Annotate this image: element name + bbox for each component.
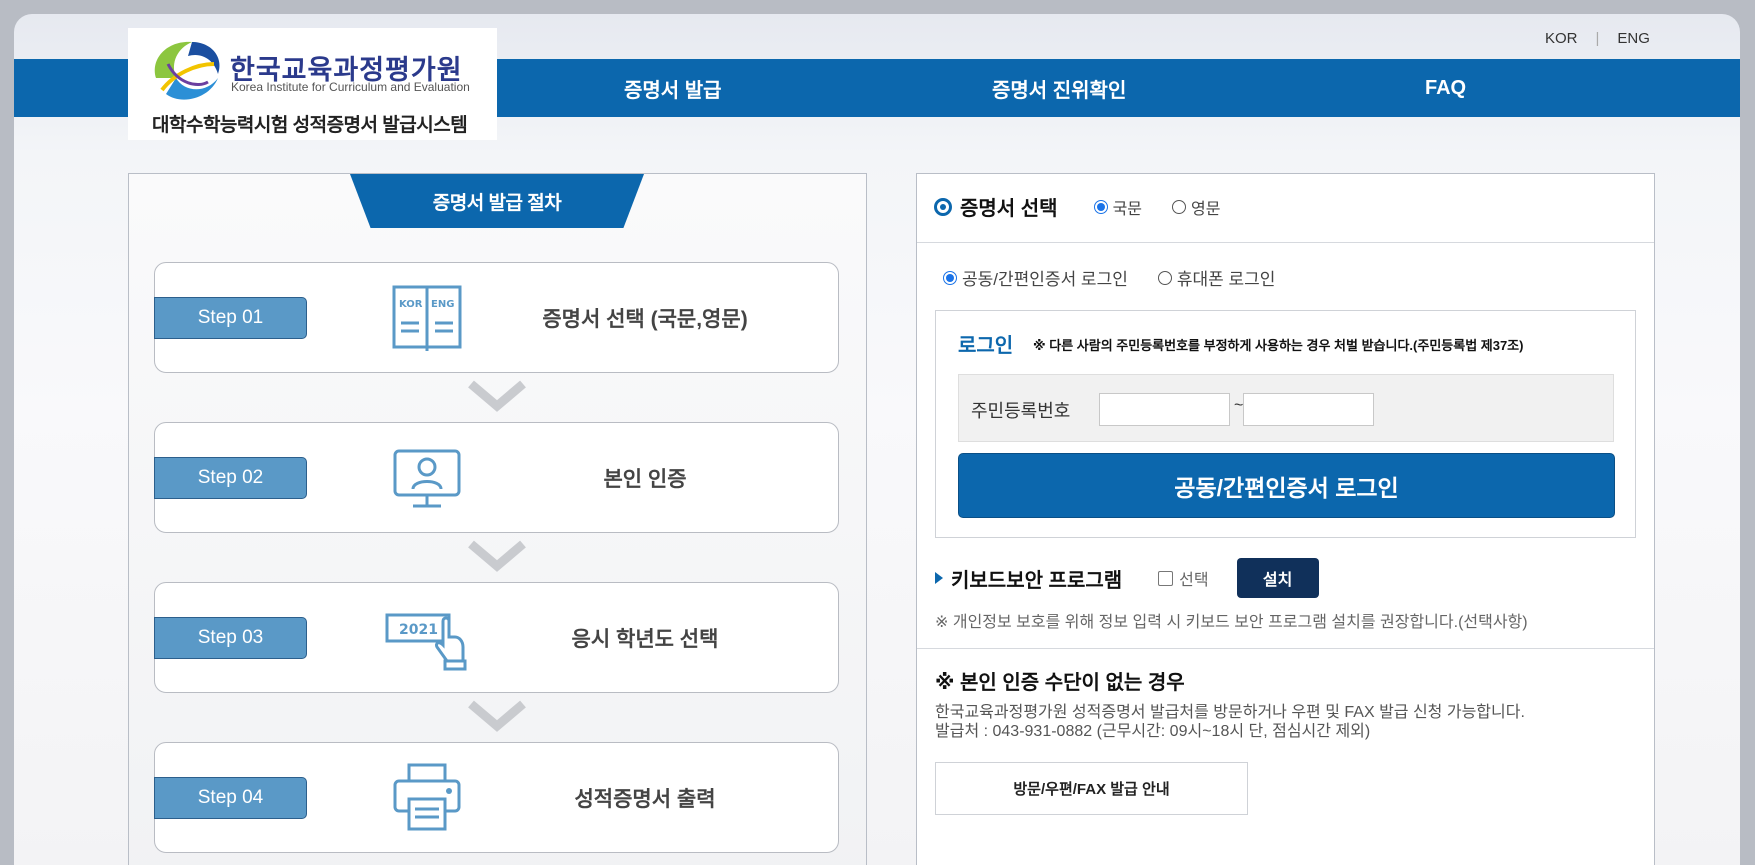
no-auth-title: ※ 본인 인증 수단이 없는 경우 bbox=[935, 672, 1185, 694]
site-logo[interactable]: 한국교육과정평가원 Korea Institute for Curriculum… bbox=[128, 28, 497, 140]
rrn-back-input[interactable] bbox=[1243, 393, 1374, 426]
logo-english-name: Korea Institute for Curriculum and Evalu… bbox=[231, 80, 470, 94]
step-text: 증명서 선택 (국문,영문) bbox=[542, 307, 748, 331]
step-03-card: Step 03 2021 응시 학년도 선택 bbox=[154, 582, 839, 693]
certificate-select-title: 증명서 선택 bbox=[960, 198, 1058, 220]
keyboard-check-label: 선택 bbox=[1179, 572, 1209, 589]
no-auth-description: 한국교육과정평가원 성적증명서 발급처를 방문하거나 우편 및 FAX 발급 신… bbox=[935, 703, 1525, 741]
nav-faq-label[interactable]: FAQ bbox=[1425, 77, 1466, 100]
chevron-down-icon bbox=[468, 540, 526, 572]
chevron-down-icon bbox=[468, 700, 526, 732]
install-button[interactable]: 설치 bbox=[1236, 558, 1319, 598]
step-text: 응시 학년도 선택 bbox=[571, 627, 719, 651]
kice-emblem-icon bbox=[154, 41, 220, 100]
radio-checked-icon[interactable] bbox=[1093, 199, 1108, 214]
rrn-front-input[interactable] bbox=[1099, 393, 1230, 426]
radio-checked-icon[interactable] bbox=[943, 270, 957, 285]
icon-kor-label: KOR bbox=[399, 299, 423, 310]
nav-verify-label[interactable]: 증명서 진위확인 bbox=[992, 74, 1126, 103]
rrn-row: 주민등록번호 ~ bbox=[958, 374, 1614, 442]
book-kor-eng-icon: KOR ENG bbox=[392, 285, 462, 351]
login-form: 로그인 ※ 다른 사람의 주민등록번호를 부정하게 사용하는 경우 처벌 받습니… bbox=[935, 310, 1636, 538]
checkbox-icon[interactable] bbox=[1158, 570, 1174, 586]
login-mode-row: 공동/간편인증서 로그인 휴대폰 로그인 bbox=[943, 265, 1275, 290]
login-cert-radio[interactable]: 공동/간편인증서 로그인 bbox=[943, 265, 1128, 290]
rrn-label: 주민등록번호 bbox=[971, 401, 1071, 421]
step-badge: Step 02 bbox=[154, 457, 307, 499]
nav-issue-label[interactable]: 증명서 발급 bbox=[624, 74, 722, 103]
step-text: 본인 인증 bbox=[603, 467, 687, 491]
cert-english-radio[interactable]: 영문 bbox=[1172, 195, 1220, 219]
radio-unchecked-icon[interactable] bbox=[1172, 199, 1187, 214]
certificate-select-row: 증명서 선택 국문 영문 bbox=[934, 192, 1220, 221]
step-badge: Step 01 bbox=[154, 297, 307, 339]
login-warning: ※ 다른 사람의 주민등록번호를 부정하게 사용하는 경우 처벌 받습니다.(주… bbox=[1033, 338, 1524, 353]
step-04-card: Step 04 성적증명서 출력 bbox=[154, 742, 839, 853]
nav-item-issue[interactable]: 증명서 발급 bbox=[624, 59, 722, 117]
cert-korean-label: 국문 bbox=[1112, 200, 1143, 218]
step-01-card: Step 01 KOR ENG 증명서 선택 (국문,영문) bbox=[154, 262, 839, 373]
icon-eng-label: ENG bbox=[431, 299, 454, 310]
divider bbox=[917, 648, 1654, 649]
radio-unchecked-icon[interactable] bbox=[1157, 270, 1172, 285]
lang-separator: | bbox=[1595, 30, 1600, 47]
triangle-right-icon bbox=[935, 572, 943, 584]
icon-year-label: 2021 bbox=[399, 622, 438, 638]
page-frame: KOR | ENG 한국교육과정평가원 Korea Institute for … bbox=[14, 14, 1740, 865]
nav-item-faq[interactable]: FAQ bbox=[1425, 59, 1466, 117]
login-phone-radio[interactable]: 휴대폰 로그인 bbox=[1157, 265, 1276, 290]
keyboard-security-checkbox[interactable]: 선택 bbox=[1158, 566, 1209, 590]
printer-icon bbox=[393, 763, 461, 831]
step-02-card: Step 02 본인 인증 bbox=[154, 422, 839, 533]
divider bbox=[917, 242, 1654, 243]
language-switcher: KOR | ENG bbox=[1545, 30, 1650, 47]
chevron-down-icon bbox=[468, 380, 526, 412]
cert-english-label: 영문 bbox=[1191, 200, 1221, 218]
nav-item-verify[interactable]: 증명서 진위확인 bbox=[992, 59, 1126, 117]
keyboard-security-title: 키보드보안 프로그램 bbox=[951, 569, 1123, 592]
cert-korean-radio[interactable]: 국문 bbox=[1093, 195, 1143, 219]
keyboard-security-row: 키보드보안 프로그램 선택 설치 bbox=[935, 558, 1319, 598]
rrn-tilde: ~ bbox=[1234, 397, 1244, 414]
step-badge: Step 04 bbox=[154, 777, 307, 819]
issuance-procedure-panel: 증명서 발급 절차 Step 01 KOR ENG 증명서 선택 (국문,영문)… bbox=[128, 173, 867, 865]
section-bullet-icon bbox=[934, 197, 952, 216]
step-text: 성적증명서 출력 bbox=[574, 787, 716, 811]
procedure-title: 증명서 발급 절차 bbox=[350, 174, 644, 228]
lang-kor-link[interactable]: KOR bbox=[1545, 30, 1578, 47]
login-cert-label: 공동/간편인증서 로그인 bbox=[962, 270, 1128, 289]
year-click-icon: 2021 bbox=[385, 613, 467, 671]
lang-eng-link[interactable]: ENG bbox=[1617, 30, 1650, 47]
no-auth-line-2: 발급처 : 043-931-0882 (근무시간: 09시~18시 단, 점심시… bbox=[935, 723, 1371, 740]
login-panel: 증명서 선택 국문 영문 공동/간편인증서 로그인 휴대폰 로그인 로그인 ※ … bbox=[916, 173, 1655, 865]
cert-login-button[interactable]: 공동/간편인증서 로그인 bbox=[958, 453, 1615, 518]
monitor-user-icon bbox=[393, 449, 461, 508]
system-name: 대학수학능력시험 성적증명서 발급시스템 bbox=[152, 115, 468, 136]
login-title: 로그인 bbox=[958, 335, 1014, 357]
no-auth-line-1: 한국교육과정평가원 성적증명서 발급처를 방문하거나 우편 및 FAX 발급 신… bbox=[935, 704, 1525, 721]
keyboard-security-note: ※ 개인정보 보호를 위해 정보 입력 시 키보드 보안 프로그램 설치를 권장… bbox=[935, 614, 1528, 631]
login-phone-label: 휴대폰 로그인 bbox=[1176, 270, 1276, 289]
visit-mail-fax-guide-button[interactable]: 방문/우편/FAX 발급 안내 bbox=[935, 762, 1248, 815]
step-badge: Step 03 bbox=[154, 617, 307, 659]
